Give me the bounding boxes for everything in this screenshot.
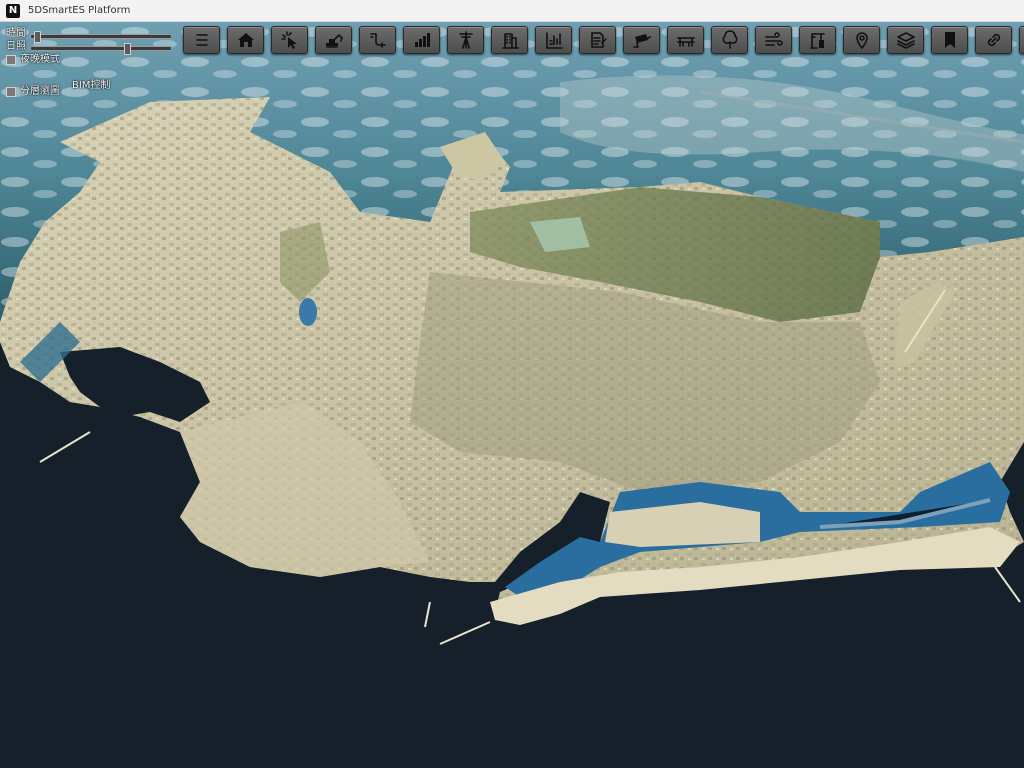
select-button[interactable] (271, 26, 308, 54)
night-mode-checkbox[interactable] (6, 54, 16, 65)
power-line-button[interactable] (447, 26, 484, 54)
location-button[interactable] (843, 26, 880, 54)
night-mode-label: 夜晚模式 (20, 54, 60, 65)
pipeline-button[interactable] (359, 26, 396, 54)
app-logo: N (6, 3, 20, 18)
link-button[interactable] (975, 26, 1012, 54)
layers-icon (896, 32, 915, 49)
cctv-camera-icon (632, 34, 651, 48)
time-slider[interactable] (30, 31, 172, 43)
time-slider-thumb[interactable] (33, 31, 41, 43)
main-toolbar (183, 26, 1024, 56)
document-edit-icon (590, 32, 607, 48)
time-label: 時間 (6, 28, 26, 39)
sun-control: 日照 (6, 41, 26, 52)
bim-control-label: BIM控制 (72, 80, 111, 91)
transmission-tower-icon (458, 31, 473, 49)
building-button[interactable] (491, 26, 528, 54)
crane-icon (809, 33, 825, 49)
map-pin-icon (855, 32, 868, 49)
bridge-button[interactable] (667, 26, 704, 54)
bookmark-icon (944, 32, 955, 48)
partial-button-icon (1020, 30, 1024, 50)
bridge-icon (676, 37, 695, 47)
cursor-click-icon (280, 31, 297, 49)
terrain-button[interactable] (315, 26, 352, 54)
menu-button[interactable] (183, 26, 220, 54)
more-button[interactable] (1019, 26, 1024, 54)
building-icon (501, 33, 519, 49)
wind-button[interactable] (755, 26, 792, 54)
window-title: 5DSmartES Platform (28, 5, 131, 16)
scene-controls-panel: 時間 日照 夜晚模式 BIM控制 分層瀏圖 (0, 22, 180, 102)
city-3d-scene[interactable] (0, 22, 1024, 768)
tree-icon (722, 30, 737, 49)
menu-icon (195, 34, 208, 46)
document-button[interactable] (579, 26, 616, 54)
layered-view-label: 分層瀏圖 (20, 86, 60, 97)
sun-label: 日照 (6, 41, 26, 52)
layered-view-toggle[interactable]: 分層瀏圖 (6, 86, 60, 97)
pipe-icon (369, 33, 386, 48)
layered-view-checkbox[interactable] (6, 86, 16, 97)
statistics-button[interactable] (403, 26, 440, 54)
surveillance-button[interactable] (623, 26, 660, 54)
construction-button[interactable] (799, 26, 836, 54)
home-icon (237, 33, 254, 47)
wind-icon (764, 32, 783, 46)
home-button[interactable] (227, 26, 264, 54)
bar-chart-icon (414, 33, 430, 47)
layers-button[interactable] (887, 26, 924, 54)
time-control: 時間 (6, 28, 26, 39)
excavator-icon (325, 34, 343, 48)
window-titlebar: N 5DSmartES Platform (0, 0, 1024, 22)
sunlight-slider[interactable] (30, 43, 172, 55)
water-level-icon (545, 32, 563, 49)
map-viewport[interactable] (0, 22, 1024, 768)
sunlight-slider-thumb[interactable] (124, 43, 132, 55)
water-level-button[interactable] (535, 26, 572, 54)
link-icon (987, 33, 1000, 47)
night-mode-toggle[interactable]: 夜晚模式 (6, 54, 60, 65)
bookmark-button[interactable] (931, 26, 968, 54)
tree-button[interactable] (711, 26, 748, 54)
